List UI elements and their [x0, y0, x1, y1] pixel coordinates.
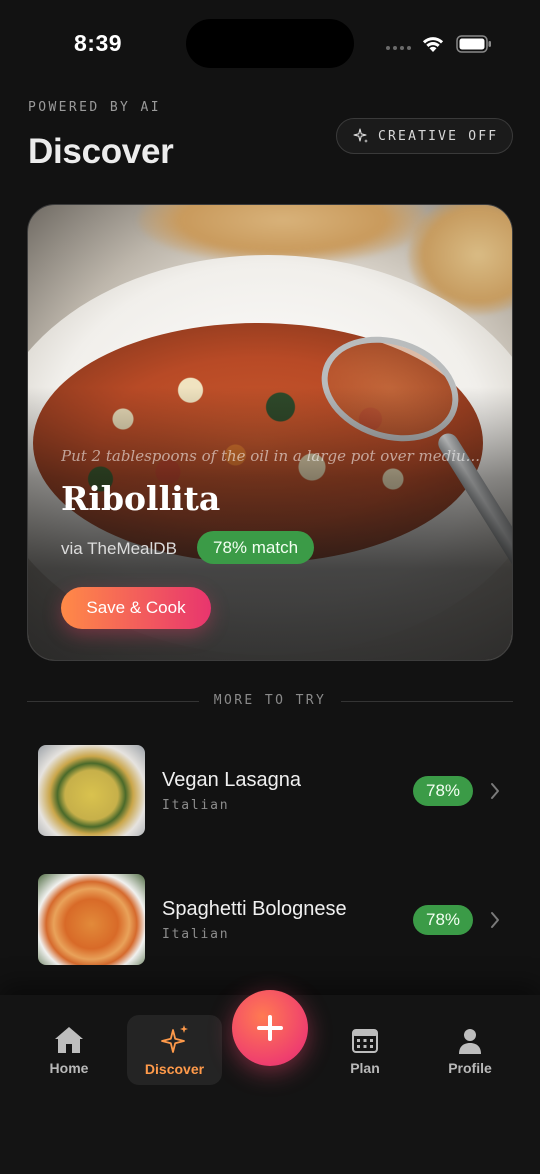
page-title: Discover — [28, 132, 174, 171]
home-icon — [55, 1027, 83, 1053]
recipe-source: via TheMealDB — [61, 539, 177, 558]
save-and-cook-button[interactable]: Save & Cook — [61, 587, 211, 629]
sparkle-icon — [353, 128, 368, 143]
recipe-instructions-snippet: Put 2 tablespoons of the oil in a large … — [61, 447, 480, 465]
nav-plan[interactable]: Plan — [335, 1027, 395, 1076]
calendar-icon — [352, 1029, 378, 1053]
chevron-right-icon — [491, 912, 499, 928]
recipe-thumbnail — [38, 874, 145, 965]
powered-by-ai-label: POWERED BY AI — [28, 100, 161, 115]
match-badge: 78% — [413, 905, 473, 935]
status-bar: 8:39 — [0, 0, 540, 90]
match-badge: 78% — [413, 776, 473, 806]
recipe-cuisine: Italian — [162, 927, 230, 942]
plus-icon — [257, 1015, 283, 1041]
battery-icon — [456, 35, 491, 53]
chevron-right-icon — [491, 783, 499, 799]
add-recipe-button[interactable] — [232, 990, 308, 1066]
match-badge: 78% match — [197, 531, 315, 564]
recipe-name: Spaghetti Bolognese — [162, 898, 347, 920]
sparkle-icon — [160, 1025, 188, 1053]
featured-recipe-card[interactable]: Put 2 tablespoons of the oil in a large … — [27, 204, 513, 661]
divider-line-right — [341, 701, 513, 702]
creative-toggle-label: CREATIVE OFF — [378, 128, 499, 144]
recipe-thumbnail — [38, 745, 145, 836]
nav-profile[interactable]: Profile — [440, 1027, 500, 1076]
status-time: 8:39 — [74, 30, 123, 56]
list-item[interactable]: Vegan Lasagna Italian 78% — [27, 745, 513, 845]
creative-mode-toggle[interactable]: CREATIVE OFF — [336, 118, 513, 154]
featured-recipe-title: Ribollita — [61, 479, 221, 518]
wifi-icon — [422, 37, 444, 52]
nav-discover[interactable]: Discover — [127, 1015, 222, 1085]
list-item[interactable]: Spaghetti Bolognese Italian 78% — [27, 874, 513, 974]
person-icon — [459, 1029, 481, 1054]
nav-plan-label: Plan — [350, 1060, 380, 1076]
dynamic-island — [186, 19, 354, 68]
nav-home-label: Home — [49, 1060, 89, 1076]
nav-discover-label: Discover — [144, 1061, 205, 1077]
more-to-try-divider: MORE TO TRY — [27, 692, 513, 712]
recipe-cuisine: Italian — [162, 798, 230, 813]
nav-home[interactable]: Home — [39, 1025, 99, 1076]
nav-profile-label: Profile — [448, 1060, 492, 1076]
recipe-name: Vegan Lasagna — [162, 769, 302, 791]
cellular-signal-icon — [386, 46, 411, 50]
